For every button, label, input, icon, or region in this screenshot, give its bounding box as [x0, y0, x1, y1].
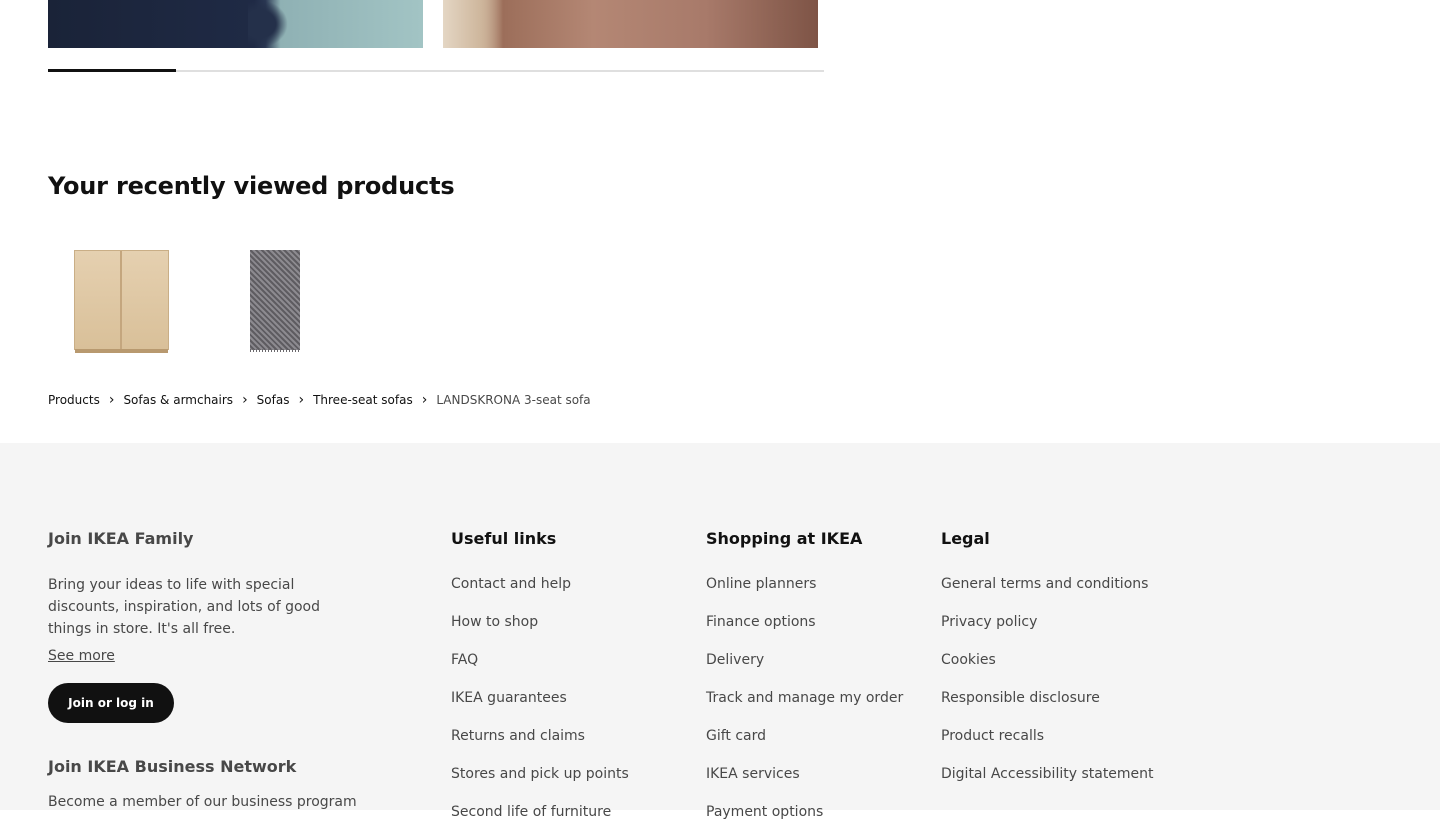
footer-link-faq[interactable]: FAQ [451, 650, 629, 688]
carousel-image-2[interactable] [443, 0, 818, 48]
see-more-link[interactable]: See more [48, 648, 115, 664]
shopping-list: Online planners Finance options Delivery… [706, 574, 903, 840]
footer-link-payment[interactable]: Payment options [706, 802, 903, 840]
useful-links-title: Useful links [451, 529, 557, 548]
legal-title: Legal [941, 529, 990, 548]
recent-product-cabinet[interactable] [48, 242, 198, 358]
breadcrumb-item-sofas[interactable]: Sofas [257, 393, 290, 407]
chevron-right-icon: › [298, 392, 305, 408]
family-text: Bring your ideas to life with special di… [48, 577, 320, 637]
footer-link-contact[interactable]: Contact and help [451, 574, 629, 612]
wood-cabinet-thumbnail [74, 250, 169, 353]
footer-link-planners[interactable]: Online planners [706, 574, 903, 612]
footer-link-responsible-disclosure[interactable]: Responsible disclosure [941, 688, 1154, 726]
footer-link-privacy[interactable]: Privacy policy [941, 612, 1154, 650]
footer-link-how-to-shop[interactable]: How to shop [451, 612, 629, 650]
breadcrumb-item-products[interactable]: Products [48, 393, 100, 407]
footer-link-returns[interactable]: Returns and claims [451, 726, 629, 764]
breadcrumb-current: LANDSKRONA 3-seat sofa [436, 393, 591, 407]
footer-link-second-life[interactable]: Second life of furniture [451, 802, 629, 840]
footer-link-finance[interactable]: Finance options [706, 612, 903, 650]
chevron-right-icon: › [108, 392, 115, 408]
join-or-log-in-button[interactable]: Join or log in [48, 683, 174, 723]
grey-rug-thumbnail [250, 250, 300, 352]
footer-link-track-order[interactable]: Track and manage my order [706, 688, 903, 726]
footer-link-accessibility[interactable]: Digital Accessibility statement [941, 764, 1154, 802]
footer-link-cookies[interactable]: Cookies [941, 650, 1154, 688]
footer-link-services[interactable]: IKEA services [706, 764, 903, 802]
footer-link-delivery[interactable]: Delivery [706, 650, 903, 688]
recently-viewed-title: Your recently viewed products [48, 172, 455, 200]
footer-link-gift-card[interactable]: Gift card [706, 726, 903, 764]
footer-link-stores[interactable]: Stores and pick up points [451, 764, 629, 802]
legal-list: General terms and conditions Privacy pol… [941, 574, 1154, 802]
footer-link-recalls[interactable]: Product recalls [941, 726, 1154, 764]
breadcrumb-item-three-seat-sofas[interactable]: Three-seat sofas [313, 393, 413, 407]
carousel-scrollbar-thumb[interactable] [48, 69, 176, 72]
carousel-image-1[interactable] [48, 0, 423, 48]
breadcrumb-item-sofas-armchairs[interactable]: Sofas & armchairs [123, 393, 233, 407]
chevron-right-icon: › [242, 392, 248, 408]
business-title: Join IKEA Business Network [48, 757, 297, 776]
shopping-title: Shopping at IKEA [706, 529, 863, 548]
useful-links-list: Contact and help How to shop FAQ IKEA gu… [451, 574, 629, 840]
business-text: Become a member of our business program [48, 794, 357, 810]
chevron-right-icon: › [421, 392, 428, 408]
family-title: Join IKEA Family [48, 529, 194, 548]
breadcrumb: Products › Sofas & armchairs › Sofas › T… [48, 393, 591, 407]
footer-link-terms[interactable]: General terms and conditions [941, 574, 1154, 612]
footer-link-guarantees[interactable]: IKEA guarantees [451, 688, 629, 726]
recent-product-rug[interactable] [200, 242, 350, 358]
